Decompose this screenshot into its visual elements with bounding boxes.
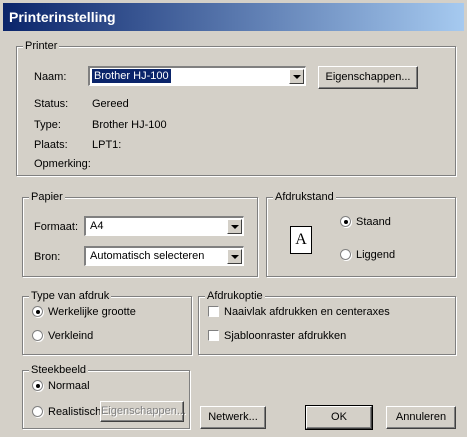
realistic-label[interactable]: Realistisch — [48, 405, 101, 419]
print-type-group-label: Type van afdruk — [29, 289, 112, 303]
reduced-radio[interactable] — [32, 330, 43, 341]
stamp-properties-button[interactable]: Eigenschappen... — [100, 401, 186, 422]
portrait-page-icon: A — [290, 226, 312, 254]
network-button[interactable]: Netwerk... — [200, 406, 266, 429]
window-title: Printerinstelling — [3, 3, 464, 31]
printer-name-label: Naam: — [34, 71, 67, 83]
actual-size-radio[interactable] — [32, 306, 43, 317]
grid-label[interactable]: Sjabloonraster afdrukken — [224, 329, 346, 343]
paper-source-label: Bron: — [34, 251, 61, 263]
printer-name-select[interactable]: Brother HJ-100 — [88, 66, 306, 86]
center-checkbox[interactable] — [208, 306, 219, 317]
normal-radio[interactable] — [32, 380, 43, 391]
chevron-down-icon[interactable] — [289, 69, 304, 84]
location-label: Plaats: — [34, 139, 68, 151]
cancel-button[interactable]: Annuleren — [386, 406, 456, 429]
printer-group-label: Printer — [23, 39, 60, 53]
actual-size-label[interactable]: Werkelijke grootte — [48, 305, 136, 319]
paper-size-value: A4 — [90, 220, 104, 232]
center-label[interactable]: Naaivlak afdrukken en centeraxes — [224, 305, 390, 319]
location-value: LPT1: — [92, 139, 122, 151]
normal-label[interactable]: Normaal — [48, 379, 90, 393]
type-value: Brother HJ-100 — [92, 119, 167, 131]
realistic-radio[interactable] — [32, 406, 43, 417]
reduced-label[interactable]: Verkleind — [48, 329, 93, 343]
portrait-label[interactable]: Staand — [356, 215, 391, 229]
paper-size-select[interactable]: A4 — [84, 216, 244, 236]
ok-button[interactable]: OK — [305, 405, 373, 430]
paper-group-label: Papier — [29, 190, 65, 204]
landscape-label[interactable]: Liggend — [356, 248, 395, 262]
chevron-down-icon[interactable] — [227, 249, 242, 264]
comment-label: Opmerking: — [34, 158, 91, 170]
printer-properties-button[interactable]: Eigenschappen... — [318, 66, 418, 89]
stamp-image-group-label: Steekbeeld — [29, 363, 89, 377]
chevron-down-icon[interactable] — [227, 219, 242, 234]
printer-settings-dialog: Printerinstelling Printer Naam: Brother … — [0, 0, 467, 437]
status-value: Gereed — [92, 98, 129, 110]
grid-checkbox[interactable] — [208, 330, 219, 341]
portrait-radio[interactable] — [340, 216, 351, 227]
landscape-radio[interactable] — [340, 249, 351, 260]
print-options-group-label: Afdrukoptie — [205, 289, 265, 303]
status-label: Status: — [34, 98, 69, 110]
printer-name-value: Brother HJ-100 — [92, 69, 171, 83]
paper-source-value: Automatisch selecteren — [90, 250, 205, 262]
paper-source-select[interactable]: Automatisch selecteren — [84, 246, 244, 266]
orientation-group-label: Afdrukstand — [273, 190, 336, 204]
type-label: Type: — [34, 119, 61, 131]
paper-size-label: Formaat: — [34, 221, 79, 233]
